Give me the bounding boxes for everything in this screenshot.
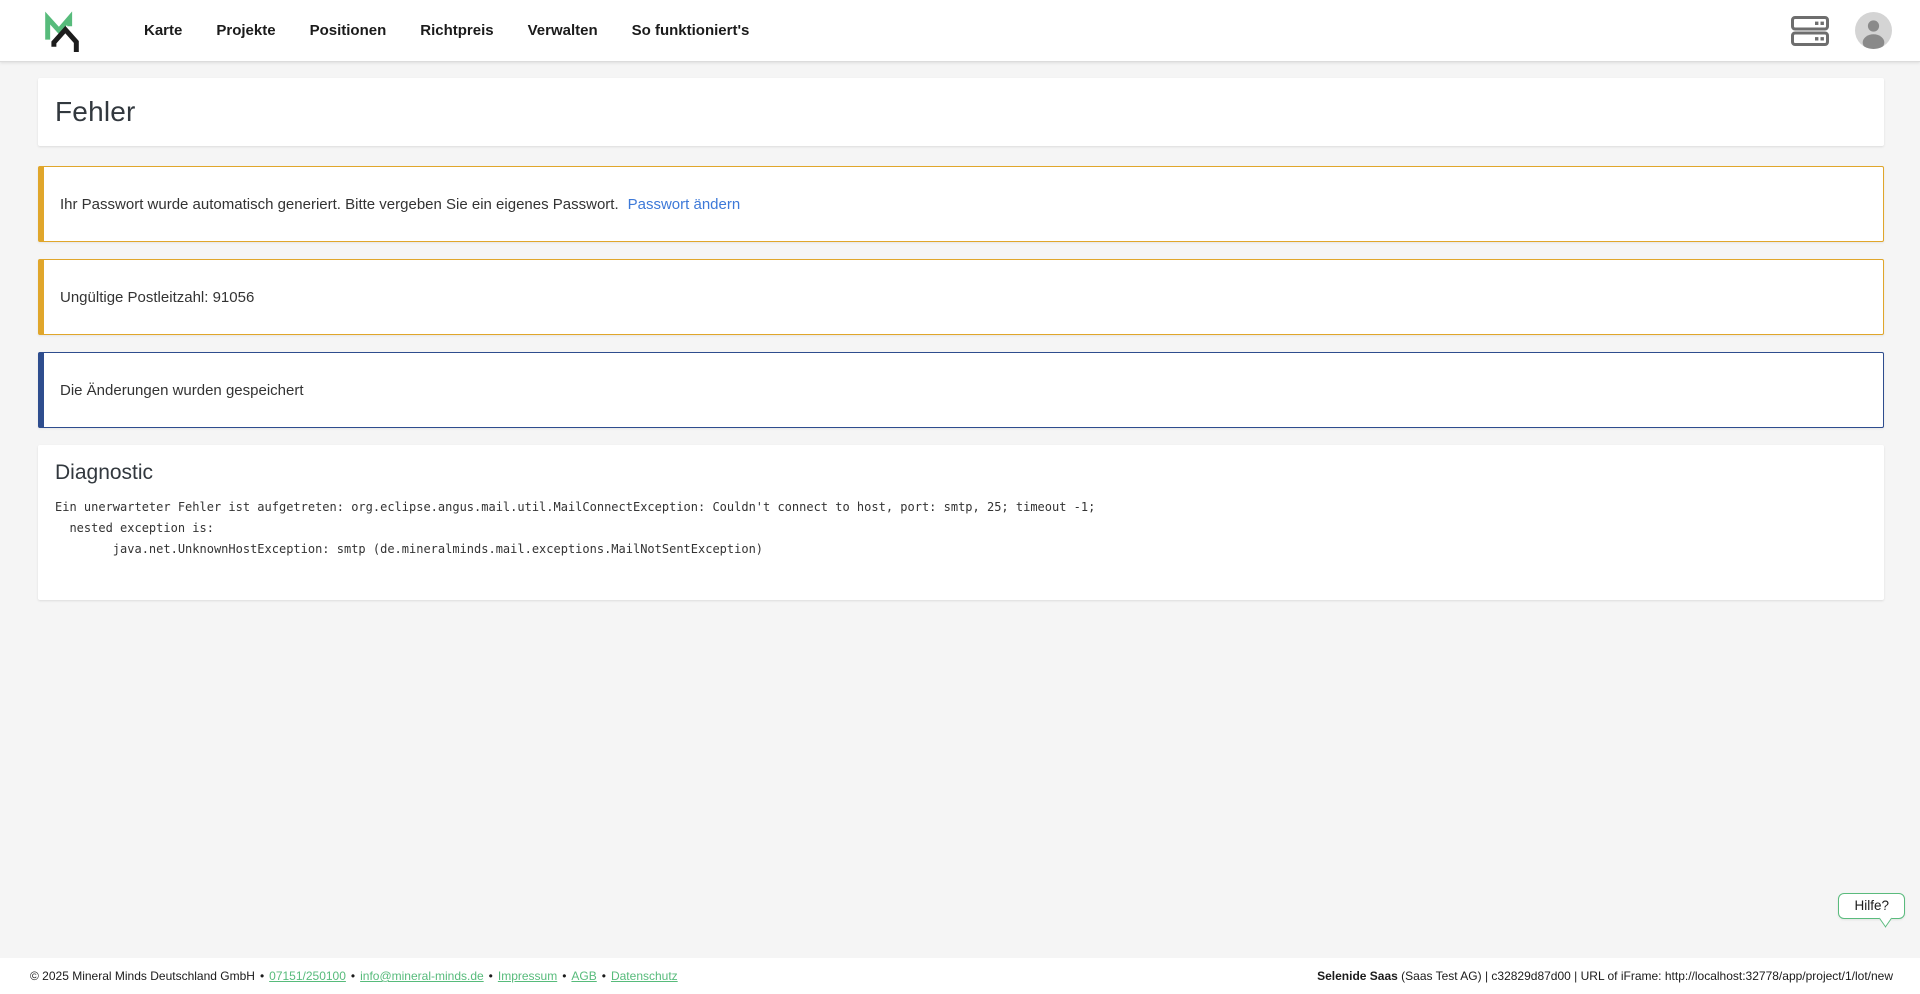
separator: • (562, 969, 566, 983)
footer-link-datenschutz[interactable]: Datenschutz (611, 969, 678, 983)
alert-text: Ihr Passwort wurde automatisch generiert… (60, 196, 619, 213)
alert-changes-saved: Die Änderungen wurden gespeichert (38, 352, 1884, 428)
footer-legal: © 2025 Mineral Minds Deutschland GmbH • … (30, 969, 678, 983)
navbar-actions (1791, 12, 1892, 49)
alert-password-generated: Ihr Passwort wurde automatisch generiert… (38, 166, 1884, 242)
mineral-minds-logo-icon (41, 10, 83, 52)
page-header-card: Fehler (38, 78, 1884, 146)
page-title: Fehler (55, 96, 136, 128)
alert-invalid-postal-code: Ungültige Postleitzahl: 91056 (38, 259, 1884, 335)
nav-item-projekte[interactable]: Projekte (216, 22, 275, 39)
tenant-info: Selenide Saas (Saas Test AG) | c32829d87… (1317, 969, 1893, 983)
help-button[interactable]: Hilfe? (1838, 893, 1905, 919)
separator: • (351, 969, 355, 983)
separator: • (260, 969, 264, 983)
alert-text: Die Änderungen wurden gespeichert (60, 382, 304, 399)
footer-link-email[interactable]: info@mineral-minds.de (360, 969, 484, 983)
tenant-name: Selenide Saas (1317, 969, 1398, 983)
nav-item-positionen[interactable]: Positionen (310, 22, 387, 39)
nav-item-so-funktionierts[interactable]: So funktioniert's (632, 22, 750, 39)
help-button-label: Hilfe? (1854, 898, 1889, 913)
footer-link-agb[interactable]: AGB (571, 969, 596, 983)
copyright-text: © 2025 Mineral Minds Deutschland GmbH (30, 969, 255, 983)
nav-item-karte[interactable]: Karte (144, 22, 182, 39)
user-menu-button[interactable] (1855, 12, 1892, 49)
alert-text: Ungültige Postleitzahl: 91056 (60, 289, 254, 306)
user-avatar-icon (1855, 12, 1892, 49)
separator: • (602, 969, 606, 983)
tenant-details: (Saas Test AG) | c32829d87d00 | URL of i… (1398, 969, 1893, 983)
nav-item-richtpreis[interactable]: Richtpreis (420, 22, 493, 39)
diagnostic-title: Diagnostic (55, 461, 1867, 485)
diagnostic-panel: Diagnostic Ein unerwarteter Fehler ist a… (38, 445, 1884, 600)
footer-link-impressum[interactable]: Impressum (498, 969, 557, 983)
top-navbar: Karte Projekte Positionen Richtpreis Ver… (0, 0, 1920, 62)
footer-link-phone[interactable]: 07151/250100 (269, 969, 346, 983)
stacked-cards-button[interactable] (1791, 16, 1829, 46)
diagnostic-text: Ein unerwarteter Fehler ist aufgetreten:… (55, 497, 1867, 560)
app-logo[interactable] (40, 9, 84, 53)
separator: • (489, 969, 493, 983)
nav-item-verwalten[interactable]: Verwalten (528, 22, 598, 39)
main-nav: Karte Projekte Positionen Richtpreis Ver… (144, 22, 749, 39)
footer: © 2025 Mineral Minds Deutschland GmbH • … (0, 958, 1920, 994)
change-password-link[interactable]: Passwort ändern (628, 196, 741, 213)
main-content: Fehler Ihr Passwort wurde automatisch ge… (0, 62, 1920, 600)
stacked-cards-icon (1791, 16, 1829, 46)
